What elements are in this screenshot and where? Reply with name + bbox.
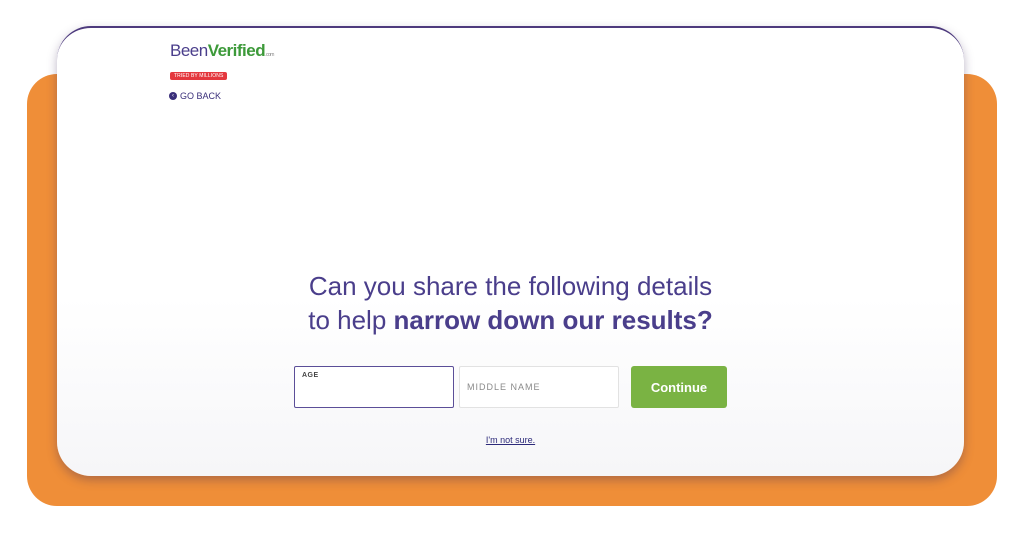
chevron-left-circle-icon: ‹ [169,92,177,100]
page-headline: Can you share the following details to h… [57,269,964,337]
age-field[interactable]: AGE [294,366,454,408]
logo-tagline: TRIED BY MILLIONS [170,72,228,80]
logo-com: .com [265,52,274,58]
logo-wordmark: BeenVerified.com [170,42,274,64]
go-back-label: GO BACK [180,91,222,101]
headline-line-1: Can you share the following details [308,271,713,301]
stage: BeenVerified.com TRIED BY MILLIONS ‹ GO … [0,0,1024,536]
age-label: AGE [302,372,319,379]
browser-window: BeenVerified.com TRIED BY MILLIONS ‹ GO … [57,26,964,476]
continue-button[interactable]: Continue [631,366,727,408]
go-back-link[interactable]: ‹ GO BACK [169,91,221,101]
not-sure-link[interactable]: I'm not sure. [57,435,964,445]
logo-verified: Verified [207,41,266,60]
headline-line-2: to help narrow down our results? [57,303,964,337]
headline-line-2-prefix: to help [308,305,394,335]
middle-name-input[interactable] [460,367,618,407]
middle-name-field[interactable] [459,366,619,408]
headline-line-2-bold: narrow down our results? [393,305,713,335]
logo-been: Been [170,41,208,60]
beenverified-logo[interactable]: BeenVerified.com TRIED BY MILLIONS [170,42,274,82]
